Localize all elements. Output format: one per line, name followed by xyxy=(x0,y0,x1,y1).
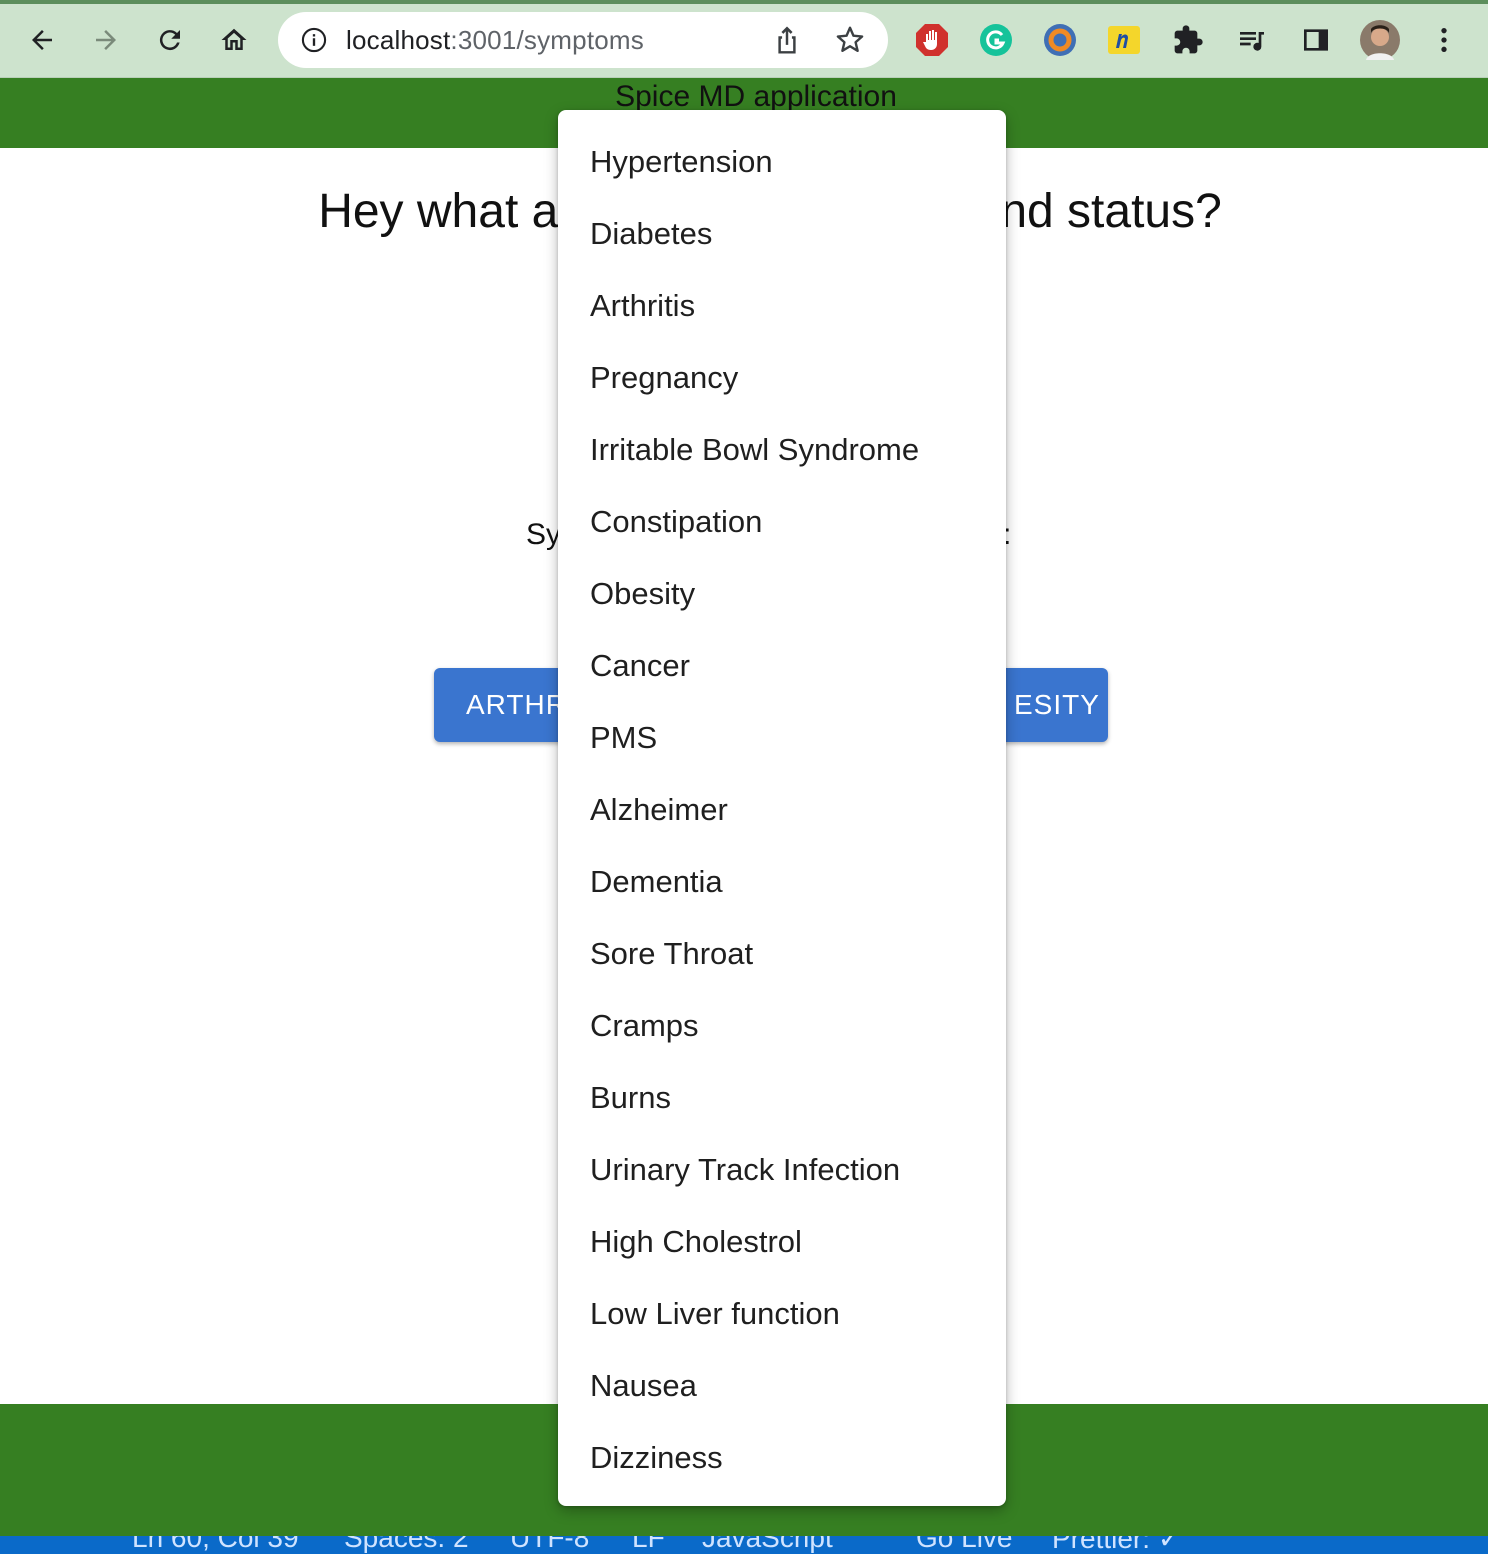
puzzle-piece-icon xyxy=(1174,25,1203,54)
reload-icon xyxy=(159,30,180,51)
menu-option-pregnancy[interactable]: Pregnancy xyxy=(558,342,1006,414)
site-info-icon[interactable] xyxy=(300,26,328,54)
symptom-select-menu: Hypertension Diabetes Arthritis Pregnanc… xyxy=(558,110,1006,1506)
status-indentation[interactable]: Spaces: 2 xyxy=(344,1536,469,1554)
address-bar[interactable]: localhost:3001/symptoms xyxy=(278,12,888,68)
menu-option-urinary-track-infection[interactable]: Urinary Track Infection xyxy=(558,1134,1006,1206)
forward-button[interactable] xyxy=(84,18,128,62)
url-host: localhost xyxy=(346,25,451,55)
menu-option-arthritis[interactable]: Arthritis xyxy=(558,270,1006,342)
menu-option-nausea[interactable]: Nausea xyxy=(558,1350,1006,1422)
menu-option-alzheimer[interactable]: Alzheimer xyxy=(558,774,1006,846)
app-title: Spice MD application xyxy=(615,80,897,113)
status-language[interactable]: JavaScript xyxy=(702,1536,833,1554)
side-panel-button[interactable] xyxy=(1298,22,1334,58)
status-go-live[interactable]: Go Live xyxy=(916,1536,1013,1554)
kebab-menu-icon xyxy=(1441,28,1447,52)
editor-status-bar: Ln 60, Col 39 Spaces: 2 UTF-8 LF JavaScr… xyxy=(0,1536,1488,1554)
status-cursor-position[interactable]: Ln 60, Col 39 xyxy=(132,1536,299,1554)
grammarly-g-icon xyxy=(980,24,1012,56)
share-icon[interactable] xyxy=(772,24,802,56)
extensions-button[interactable] xyxy=(1170,22,1206,58)
menu-option-low-liver-function[interactable]: Low Liver function xyxy=(558,1278,1006,1350)
status-encoding[interactable]: UTF-8 xyxy=(510,1536,589,1554)
home-button[interactable] xyxy=(212,18,256,62)
menu-option-irritable-bowl-syndrome[interactable]: Irritable Bowl Syndrome xyxy=(558,414,1006,486)
menu-option-sore-throat[interactable]: Sore Throat xyxy=(558,918,1006,990)
adblock-extension-icon[interactable] xyxy=(914,22,950,58)
menu-option-dizziness[interactable]: Dizziness xyxy=(558,1422,1006,1494)
menu-option-pms[interactable]: PMS xyxy=(558,702,1006,774)
back-arrow-icon xyxy=(32,30,52,50)
symptoms-label: Sy xyxy=(526,518,562,551)
bookmark-star-icon[interactable] xyxy=(834,24,866,56)
browser-toolbar: localhost:3001/symptoms xyxy=(0,0,1488,78)
chip-label: ARTHR xyxy=(466,689,567,720)
menu-option-diabetes[interactable]: Diabetes xyxy=(558,198,1006,270)
menu-option-burns[interactable]: Burns xyxy=(558,1062,1006,1134)
menu-option-high-cholestrol[interactable]: High Cholestrol xyxy=(558,1206,1006,1278)
status-prettier[interactable]: Prettier: ✓ xyxy=(1052,1536,1181,1554)
side-panel-icon xyxy=(1304,29,1328,51)
menu-option-dementia[interactable]: Dementia xyxy=(558,846,1006,918)
n-notes-icon xyxy=(1108,26,1140,54)
back-button[interactable] xyxy=(20,18,64,62)
forward-arrow-icon xyxy=(96,30,116,50)
media-controls-button[interactable] xyxy=(1234,22,1270,58)
browser-menu-button[interactable] xyxy=(1426,22,1462,58)
url-text[interactable]: localhost:3001/symptoms xyxy=(346,25,644,56)
menu-option-obesity[interactable]: Obesity xyxy=(558,558,1006,630)
playlist-music-icon xyxy=(1240,32,1264,51)
menu-option-cancer[interactable]: Cancer xyxy=(558,630,1006,702)
grammarly-extension-icon[interactable] xyxy=(978,22,1014,58)
menu-option-hypertension[interactable]: Hypertension xyxy=(558,126,1006,198)
profile-avatar[interactable] xyxy=(1360,20,1400,60)
reload-button[interactable] xyxy=(148,18,192,62)
chip-label: ESITY xyxy=(1014,689,1100,720)
question-text-right: nd status? xyxy=(1000,185,1222,238)
home-icon xyxy=(221,28,247,50)
ring-extension-icon[interactable] xyxy=(1042,22,1078,58)
user-avatar-icon xyxy=(1360,20,1400,60)
stop-hand-icon xyxy=(916,24,948,56)
question-text-left: Hey what a xyxy=(318,185,559,238)
notes-extension-icon[interactable] xyxy=(1106,22,1142,58)
menu-option-constipation[interactable]: Constipation xyxy=(558,486,1006,558)
menu-option-cramps[interactable]: Cramps xyxy=(558,990,1006,1062)
toolbar-top-line xyxy=(0,0,1488,4)
url-path: :3001/symptoms xyxy=(450,25,644,55)
status-line-ending[interactable]: LF xyxy=(632,1536,665,1554)
orange-ring-icon xyxy=(1044,24,1076,56)
